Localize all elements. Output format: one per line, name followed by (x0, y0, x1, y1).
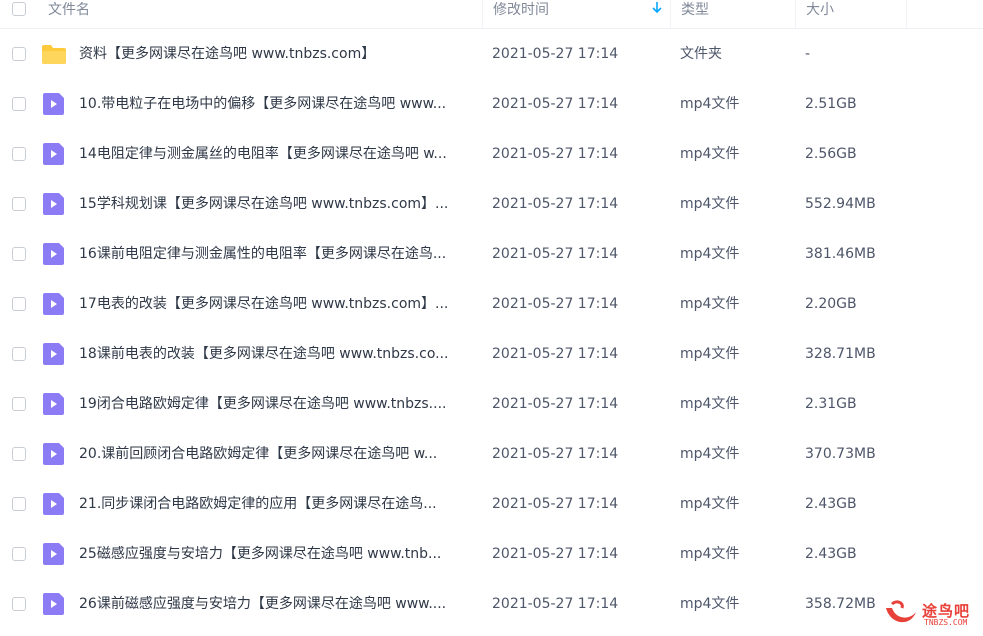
column-header-time-label: 修改时间 (493, 2, 549, 18)
file-size: 2.51GB (805, 96, 857, 112)
file-name[interactable]: 19闭合电路欧姆定律【更多网课尽在途鸟吧 www.tnbzs.... (79, 379, 474, 429)
video-file-icon (41, 93, 67, 115)
video-file-icon (41, 143, 67, 165)
table-row[interactable]: 14电阻定律与测金属丝的电阻率【更多网课尽在途鸟吧 w... 2021-05-27… (0, 129, 983, 179)
column-header-type-label: 类型 (681, 2, 709, 18)
row-checkbox[interactable] (12, 97, 26, 111)
file-modified-time: 2021-05-27 17:14 (492, 346, 619, 362)
row-checkbox[interactable] (12, 497, 26, 511)
watermark-logo-icon (886, 600, 916, 623)
table-row[interactable]: 25磁感应强度与安培力【更多网课尽在途鸟吧 www.tnb... 2021-05-… (0, 529, 983, 579)
column-header-type[interactable]: 类型 (670, 0, 795, 28)
file-modified-time: 2021-05-27 17:14 (492, 96, 619, 112)
file-size: 2.56GB (805, 146, 857, 162)
table-row[interactable]: 17电表的改装【更多网课尽在途鸟吧 www.tnbzs.com】... 2021-… (0, 279, 983, 329)
arrow-down-icon[interactable] (652, 1, 662, 21)
row-checkbox[interactable] (12, 297, 26, 311)
file-list-header: 文件名 修改时间 类型 大小 (0, 0, 983, 29)
table-row[interactable]: 19闭合电路欧姆定律【更多网课尽在途鸟吧 www.tnbzs.... 2021-0… (0, 379, 983, 429)
column-header-size[interactable]: 大小 (795, 0, 907, 28)
folder-icon (41, 43, 67, 65)
file-name[interactable]: 14电阻定律与测金属丝的电阻率【更多网课尽在途鸟吧 w... (79, 129, 474, 179)
file-type: 文件夹 (680, 46, 722, 62)
video-file-icon (41, 443, 67, 465)
file-type: mp4文件 (680, 196, 740, 212)
column-header-size-label: 大小 (806, 2, 834, 18)
file-modified-time: 2021-05-27 17:14 (492, 446, 619, 462)
row-checkbox[interactable] (12, 147, 26, 161)
column-header-name-label: 文件名 (48, 2, 90, 18)
file-modified-time: 2021-05-27 17:14 (492, 246, 619, 262)
column-header-name[interactable]: 文件名 (38, 0, 482, 28)
file-type: mp4文件 (680, 396, 740, 412)
column-header-time[interactable]: 修改时间 (482, 0, 670, 28)
video-file-icon (41, 343, 67, 365)
file-list: 资料【更多网课尽在途鸟吧 www.tnbzs.com】 2021-05-27 17… (0, 29, 983, 629)
file-size: - (805, 46, 811, 62)
table-row[interactable]: 26课前磁感应强度与安培力【更多网课尽在途鸟吧 www.... 2021-05-2… (0, 579, 983, 629)
file-type: mp4文件 (680, 546, 740, 562)
video-file-icon (41, 593, 67, 615)
row-checkbox[interactable] (12, 547, 26, 561)
file-size: 2.31GB (805, 396, 857, 412)
file-type: mp4文件 (680, 246, 740, 262)
file-type: mp4文件 (680, 496, 740, 512)
file-modified-time: 2021-05-27 17:14 (492, 546, 619, 562)
row-checkbox[interactable] (12, 47, 26, 61)
file-modified-time: 2021-05-27 17:14 (492, 296, 619, 312)
file-type: mp4文件 (680, 596, 740, 612)
table-row[interactable]: 18课前电表的改装【更多网课尽在途鸟吧 www.tnbzs.co... 2021-… (0, 329, 983, 379)
file-size: 2.43GB (805, 496, 857, 512)
file-name[interactable]: 25磁感应强度与安培力【更多网课尽在途鸟吧 www.tnb... (79, 529, 474, 579)
row-checkbox[interactable] (12, 197, 26, 211)
row-checkbox[interactable] (12, 247, 26, 261)
table-row[interactable]: 15学科规划课【更多网课尽在途鸟吧 www.tnbzs.com】... 2021-… (0, 179, 983, 229)
row-checkbox[interactable] (12, 597, 26, 611)
file-name[interactable]: 10.带电粒子在电场中的偏移【更多网课尽在途鸟吧 www... (79, 79, 474, 129)
video-file-icon (41, 543, 67, 565)
video-file-icon (41, 493, 67, 515)
file-modified-time: 2021-05-27 17:14 (492, 396, 619, 412)
table-row[interactable]: 10.带电粒子在电场中的偏移【更多网课尽在途鸟吧 www... 2021-05-2… (0, 79, 983, 129)
table-row[interactable]: 21.同步课闭合电路欧姆定律的应用【更多网课尽在途鸟... 2021-05-27 … (0, 479, 983, 529)
file-name[interactable]: 20.课前回顾闭合电路欧姆定律【更多网课尽在途鸟吧 w... (79, 429, 474, 479)
select-all-checkbox[interactable] (12, 2, 26, 16)
table-row[interactable]: 资料【更多网课尽在途鸟吧 www.tnbzs.com】 2021-05-27 17… (0, 29, 983, 79)
file-modified-time: 2021-05-27 17:14 (492, 46, 619, 62)
table-row[interactable]: 16课前电阻定律与测金属性的电阻率【更多网课尽在途鸟... 2021-05-27 … (0, 229, 983, 279)
file-size: 552.94MB (805, 196, 876, 212)
video-file-icon (41, 243, 67, 265)
file-name[interactable]: 15学科规划课【更多网课尽在途鸟吧 www.tnbzs.com】... (79, 179, 474, 229)
file-type: mp4文件 (680, 346, 740, 362)
table-row[interactable]: 20.课前回顾闭合电路欧姆定律【更多网课尽在途鸟吧 w... 2021-05-27… (0, 429, 983, 479)
row-checkbox[interactable] (12, 347, 26, 361)
file-type: mp4文件 (680, 296, 740, 312)
file-size: 328.71MB (805, 346, 876, 362)
file-type: mp4文件 (680, 96, 740, 112)
video-file-icon (41, 393, 67, 415)
file-name[interactable]: 16课前电阻定律与测金属性的电阻率【更多网课尽在途鸟... (79, 229, 474, 279)
row-checkbox[interactable] (12, 397, 26, 411)
file-name[interactable]: 18课前电表的改装【更多网课尽在途鸟吧 www.tnbzs.co... (79, 329, 474, 379)
file-modified-time: 2021-05-27 17:14 (492, 496, 619, 512)
video-file-icon (41, 193, 67, 215)
file-name[interactable]: 17电表的改装【更多网课尽在途鸟吧 www.tnbzs.com】... (79, 279, 474, 329)
file-type: mp4文件 (680, 146, 740, 162)
video-file-icon (41, 293, 67, 315)
file-name[interactable]: 26课前磁感应强度与安培力【更多网课尽在途鸟吧 www.... (79, 579, 474, 629)
file-modified-time: 2021-05-27 17:14 (492, 146, 619, 162)
file-name[interactable]: 21.同步课闭合电路欧姆定律的应用【更多网课尽在途鸟... (79, 479, 474, 529)
file-size: 2.43GB (805, 546, 857, 562)
watermark: 途鸟吧 TNBZS.COM (880, 598, 980, 632)
watermark-subtitle: TNBZS.COM (924, 618, 968, 627)
file-size: 2.20GB (805, 296, 857, 312)
file-name[interactable]: 资料【更多网课尽在途鸟吧 www.tnbzs.com】 (79, 29, 474, 79)
file-modified-time: 2021-05-27 17:14 (492, 596, 619, 612)
file-size: 370.73MB (805, 446, 876, 462)
row-checkbox[interactable] (12, 447, 26, 461)
file-size: 381.46MB (805, 246, 876, 262)
file-modified-time: 2021-05-27 17:14 (492, 196, 619, 212)
file-type: mp4文件 (680, 446, 740, 462)
